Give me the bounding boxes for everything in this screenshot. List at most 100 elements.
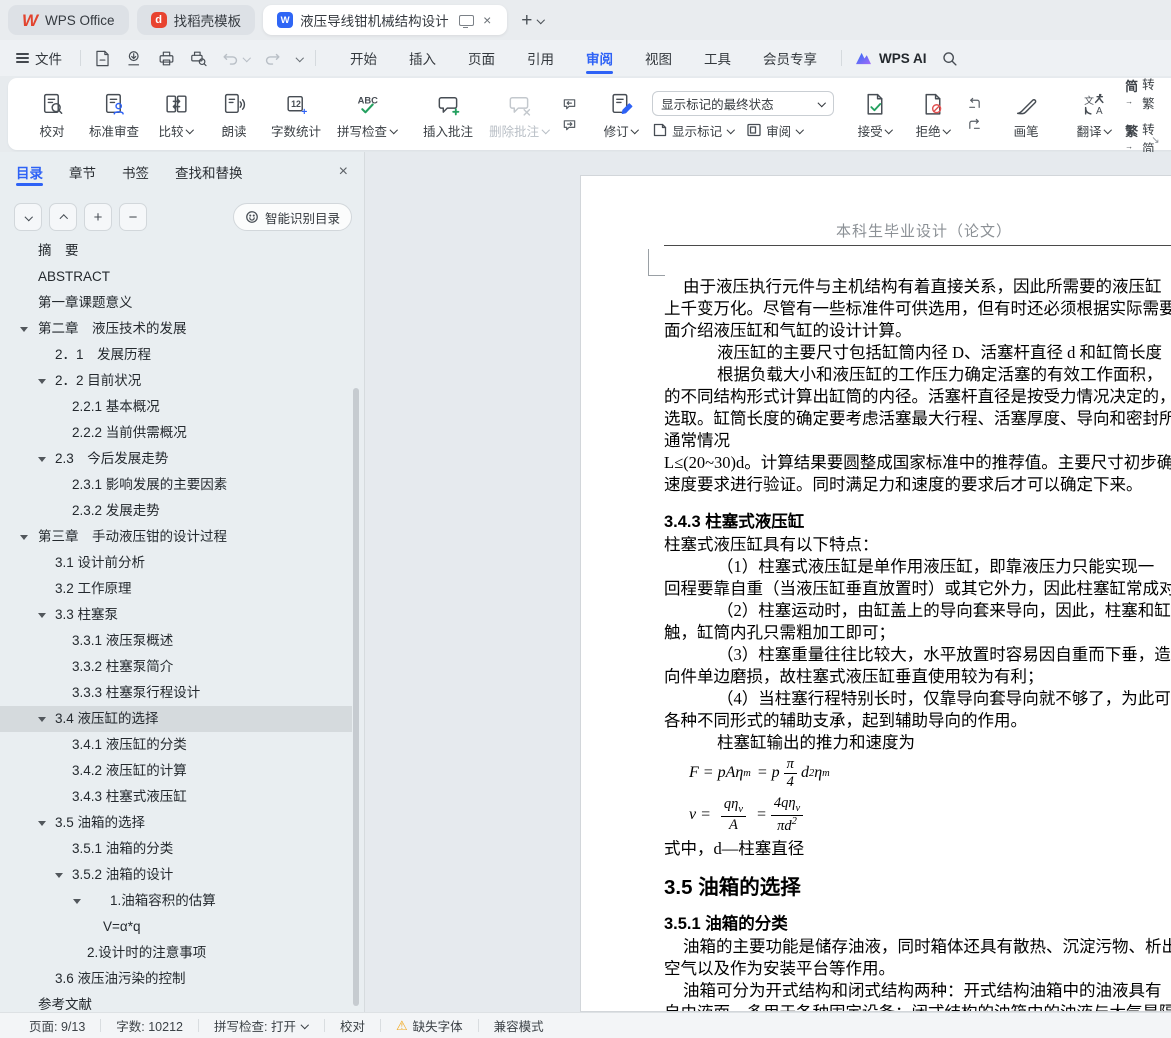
toc-item[interactable]: 1.油箱容积的估算 <box>0 888 352 914</box>
collapse-arrow-icon[interactable] <box>38 379 46 388</box>
collapse-arrow-icon[interactable] <box>20 535 28 544</box>
show-markup-button[interactable]: 显示标记 <box>652 121 734 140</box>
proofread-button[interactable]: 校对 <box>25 89 79 142</box>
new-tab-button[interactable]: + <box>521 11 532 30</box>
toc-item[interactable]: 3.2 工作原理 <box>0 576 352 602</box>
standard-review-button[interactable]: 标准审查 <box>83 89 145 142</box>
toc-item[interactable]: 2．2 目前状况 <box>0 368 352 394</box>
toc-item[interactable]: 2.3 今后发展走势 <box>0 446 352 472</box>
tab-list-chevron-icon[interactable] <box>536 16 544 24</box>
toc-item[interactable]: 3.5.2 油箱的设计 <box>0 862 352 888</box>
toc-item[interactable]: 3.3.3 柱塞泵行程设计 <box>0 680 352 706</box>
toc-item[interactable]: 3.5.1 油箱的分类 <box>0 836 352 862</box>
toc-item[interactable]: 3.5 油箱的选择 <box>0 810 352 836</box>
menu-tab[interactable]: 工具 <box>688 40 747 76</box>
review-pane-button[interactable]: 审阅 <box>746 121 803 140</box>
toc-item[interactable]: 摘 要 <box>0 238 352 264</box>
collapse-arrow-icon[interactable] <box>38 821 46 830</box>
toc-item[interactable]: 第一章课题意义 <box>0 290 352 316</box>
collapse-arrow-icon[interactable] <box>20 327 28 336</box>
sidebar-tab[interactable]: 书签 <box>122 155 149 189</box>
document-page[interactable]: 本科生毕业设计（论文） 由于液压执行元件与主机结构有着直接关系，因此所需要的液压… <box>580 175 1171 1012</box>
presentation-mode-icon[interactable] <box>459 14 475 28</box>
page-indicator[interactable]: 页面: 9/13 <box>14 1016 100 1035</box>
toc-zoom-out-button[interactable]: − <box>119 203 147 231</box>
collapse-arrow-icon[interactable] <box>38 613 46 622</box>
sidebar-close-icon[interactable]: × <box>333 163 354 181</box>
spell-check-button[interactable]: ABC 拼写检查 <box>331 89 403 142</box>
menu-tab[interactable]: 插入 <box>393 40 452 76</box>
print-preview-icon[interactable] <box>189 49 208 68</box>
reject-revision-button[interactable]: 拒绝 <box>906 89 960 142</box>
menu-tab[interactable]: 会员专享 <box>747 40 833 76</box>
menu-tab[interactable]: 审阅 <box>570 40 629 76</box>
accept-revision-button[interactable]: 接受 <box>848 89 902 142</box>
toc-item[interactable]: 2.3.2 发展走势 <box>0 498 352 524</box>
sidebar-tab[interactable]: 章节 <box>69 155 96 189</box>
toc-item[interactable]: 3.1 设计前分析 <box>0 550 352 576</box>
toc-item[interactable]: 3.4.2 液压缸的计算 <box>0 758 352 784</box>
read-aloud-button[interactable]: 朗读 <box>207 89 261 142</box>
wps-ai-button[interactable]: WPS AI <box>854 51 927 66</box>
markup-state-combobox[interactable]: 显示标记的最终状态 <box>652 90 835 116</box>
menu-tab[interactable]: 引用 <box>511 40 570 76</box>
previous-comment-icon[interactable] <box>562 97 577 112</box>
proofread-status[interactable]: 校对 <box>325 1016 380 1035</box>
file-menu-button[interactable]: 文件 <box>0 48 72 68</box>
sidebar-scrollbar[interactable] <box>353 388 359 1006</box>
simplified-to-traditional-button[interactable]: 简→ 转繁 <box>1125 74 1155 112</box>
collapse-arrow-icon[interactable] <box>38 717 46 726</box>
compare-button[interactable]: 比较 <box>149 89 203 142</box>
track-changes-button[interactable]: 修订 <box>594 89 648 142</box>
ink-pen-button[interactable]: 画笔 <box>999 89 1053 142</box>
missing-font-warning[interactable]: ⚠ 缺失字体 <box>381 1016 478 1035</box>
toc-item[interactable]: 第二章 液压技术的发展 <box>0 316 352 342</box>
toc-item[interactable]: 2.3.1 影响发展的主要因素 <box>0 472 352 498</box>
toc-item[interactable]: 2.2.1 基本概况 <box>0 394 352 420</box>
collapse-arrow-icon[interactable] <box>73 899 81 908</box>
toc-zoom-in-button[interactable]: + <box>84 203 112 231</box>
toc-collapse-button[interactable] <box>49 203 77 231</box>
collapse-arrow-icon[interactable] <box>55 873 63 882</box>
close-tab-icon[interactable]: × <box>481 12 493 28</box>
previous-change-icon[interactable] <box>967 97 982 112</box>
next-change-icon[interactable] <box>967 118 982 133</box>
menu-tab[interactable]: 页面 <box>452 40 511 76</box>
quick-access-more-icon[interactable] <box>295 54 303 62</box>
toc-item[interactable]: 参考文献 <box>0 992 352 1010</box>
toc-item[interactable]: 2.2.2 当前供需概况 <box>0 420 352 446</box>
word-count-indicator[interactable]: 字数: 10212 <box>101 1016 198 1035</box>
toc-item[interactable]: 3.4.1 液压缸的分类 <box>0 732 352 758</box>
menu-tab[interactable]: 视图 <box>629 40 688 76</box>
spell-check-status[interactable]: 拼写检查: 打开 <box>199 1016 324 1035</box>
menu-tab[interactable]: 开始 <box>334 40 393 76</box>
toc-item[interactable]: ABSTRACT <box>0 264 352 290</box>
sidebar-tab[interactable]: 查找和替换 <box>175 155 243 189</box>
next-comment-icon[interactable] <box>562 118 577 133</box>
document-body[interactable]: 由于液压执行元件与主机结构有着直接关系，因此所需要的液压缸 上千变万化。尽管有一些… <box>664 276 1171 1011</box>
collapse-arrow-icon[interactable] <box>38 457 46 466</box>
toc-item[interactable]: 3.3.1 液压泵概述 <box>0 628 352 654</box>
search-icon[interactable] <box>941 50 958 67</box>
traditional-to-simplified-button[interactable]: 繁→ 转简 <box>1125 119 1155 157</box>
toc-item[interactable]: 2．1 发展历程 <box>0 342 352 368</box>
toc-item[interactable]: V=α*q <box>0 914 352 940</box>
toc-item[interactable]: 第三章 手动液压钳的设计过程 <box>0 524 352 550</box>
dialog-launcher-icon[interactable]: ↘ <box>1151 135 1159 146</box>
tab-document[interactable]: W 液压导线钳机械结构设计 说明 × <box>263 5 508 35</box>
sidebar-tab[interactable]: 目录 <box>16 155 43 189</box>
smart-toc-button[interactable]: 智能识别目录 <box>232 203 352 231</box>
toc-item[interactable]: 3.4.3 柱塞式液压缸 <box>0 784 352 810</box>
insert-comment-button[interactable]: 插入批注 <box>417 89 479 142</box>
toc-item[interactable]: 3.6 液压油污染的控制 <box>0 966 352 992</box>
export-pdf-icon[interactable] <box>125 49 144 68</box>
tab-wps-home[interactable]: W WPS Office <box>8 5 129 35</box>
word-count-button[interactable]: 12 + 字数统计 <box>265 89 327 142</box>
toc-item[interactable]: 3.3 柱塞泵 <box>0 602 352 628</box>
toc-item[interactable]: 2.设计时的注意事项 <box>0 940 352 966</box>
tab-docer-templates[interactable]: d 找稻壳模板 <box>136 5 256 35</box>
toc-expand-button[interactable] <box>14 203 42 231</box>
toc-item[interactable]: 3.3.2 柱塞泵简介 <box>0 654 352 680</box>
translate-button[interactable]: 文A 翻译 <box>1067 89 1121 142</box>
toc-item[interactable]: 3.4 液压缸的选择 <box>0 706 352 732</box>
